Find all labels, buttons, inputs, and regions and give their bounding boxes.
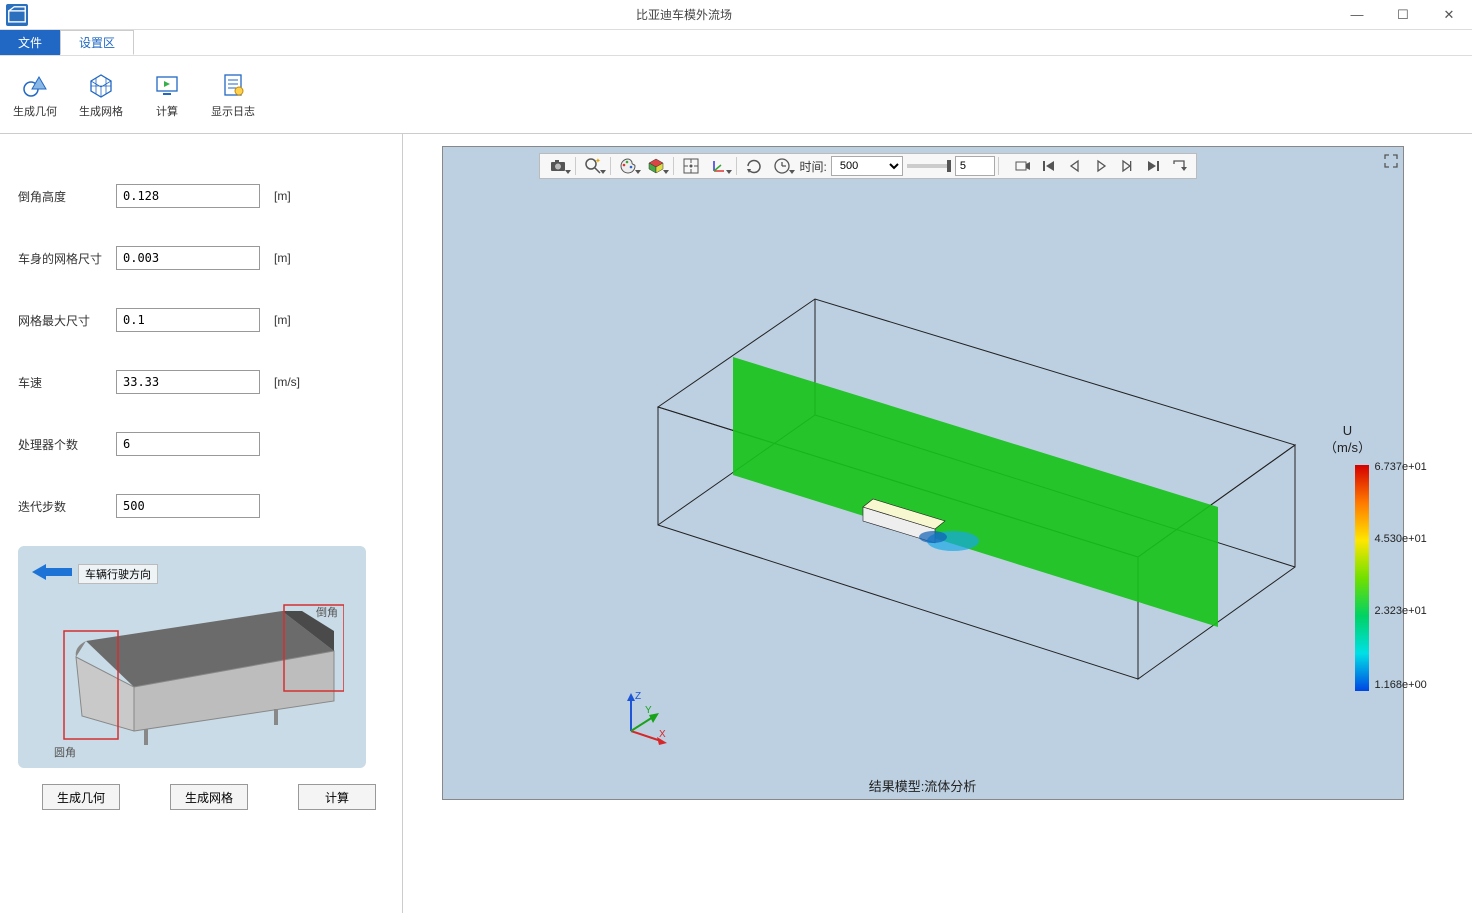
first-frame-icon[interactable]: [1036, 155, 1062, 177]
app-icon: [6, 4, 28, 26]
prev-frame-icon[interactable]: [1062, 155, 1088, 177]
row-max-mesh: 网格最大尺寸 [m]: [18, 308, 384, 332]
menu-tabs: 文件 设置区: [0, 30, 1472, 56]
record-icon[interactable]: [1010, 155, 1036, 177]
window-title: 比亚迪车模外流场: [34, 6, 1334, 23]
zoom-icon[interactable]: ✦: [579, 155, 607, 177]
scene-3d[interactable]: Z X Y: [443, 187, 1403, 775]
ribbon-gen-geom-label: 生成几何: [13, 103, 57, 119]
ribbon-show-log[interactable]: 显示日志: [206, 71, 260, 119]
fullscreen-icon[interactable]: [1383, 153, 1399, 169]
label-cores: 处理器个数: [18, 436, 116, 453]
stride-input[interactable]: [955, 156, 995, 176]
ribbon: 生成几何 生成网格 计算 显示日志: [0, 56, 1472, 134]
svg-text:Z: Z: [635, 691, 641, 702]
log-icon: [219, 71, 247, 99]
tab-settings[interactable]: 设置区: [60, 30, 134, 55]
unit-max-mesh: [m]: [274, 313, 291, 327]
title-bar: 比亚迪车模外流场 — ☐ ✕: [0, 0, 1472, 30]
colorbar-title: U （m/s）: [1303, 423, 1393, 457]
vehicle-diagram: 车辆行驶方向 倒角 圆角: [18, 546, 366, 768]
maximize-button[interactable]: ☐: [1380, 0, 1426, 30]
label-chamfer-height: 倒角高度: [18, 188, 116, 205]
time-select[interactable]: 500: [831, 156, 903, 176]
ribbon-compute[interactable]: 计算: [140, 71, 194, 119]
play-icon[interactable]: [1088, 155, 1114, 177]
tab-file[interactable]: 文件: [0, 30, 60, 55]
cbar-tick-0: 6.737e+01: [1375, 461, 1441, 473]
unit-body-mesh: [m]: [274, 251, 291, 265]
compute-icon: [153, 71, 181, 99]
input-cores[interactable]: [116, 432, 260, 456]
btn-gen-geom[interactable]: 生成几何: [42, 784, 120, 810]
ribbon-gen-mesh-label: 生成网格: [79, 103, 123, 119]
row-speed: 车速 [m/s]: [18, 370, 384, 394]
close-button[interactable]: ✕: [1426, 0, 1472, 30]
viewer[interactable]: ✦ 时间: 500: [442, 146, 1404, 800]
input-iters[interactable]: [116, 494, 260, 518]
label-speed: 车速: [18, 374, 116, 391]
input-speed[interactable]: [116, 370, 260, 394]
fillet-annotation: 圆角: [54, 744, 76, 760]
loop-icon[interactable]: [1166, 155, 1192, 177]
input-body-mesh[interactable]: [116, 246, 260, 270]
mesh-icon: [87, 71, 115, 99]
cbar-tick-1: 4.530e+01: [1375, 533, 1441, 545]
settings-panel: 倒角高度 [m] 车身的网格尺寸 [m] 网格最大尺寸 [m] 车速 [m/s]…: [0, 134, 403, 913]
axis-gizmo-icon: Z X Y: [613, 689, 673, 749]
label-max-mesh: 网格最大尺寸: [18, 312, 116, 329]
geometry-icon: [21, 71, 49, 99]
cube-icon[interactable]: [642, 155, 670, 177]
ribbon-gen-geom[interactable]: 生成几何: [8, 71, 62, 119]
label-iters: 迭代步数: [18, 498, 116, 515]
time-slider[interactable]: [907, 164, 951, 168]
rotate-icon[interactable]: [740, 155, 768, 177]
svg-text:Y: Y: [645, 705, 652, 716]
input-chamfer-height[interactable]: [116, 184, 260, 208]
input-max-mesh[interactable]: [116, 308, 260, 332]
clock-icon[interactable]: [768, 155, 796, 177]
result-area: ✦ 时间: 500: [403, 134, 1472, 913]
colorbar: 6.737e+01 4.530e+01 2.323e+01 1.168e+00: [1355, 465, 1369, 691]
fit-icon[interactable]: [677, 155, 705, 177]
btn-gen-mesh[interactable]: 生成网格: [170, 784, 248, 810]
ribbon-show-log-label: 显示日志: [211, 103, 255, 119]
next-frame-icon[interactable]: [1114, 155, 1140, 177]
viewer-caption: 结果模型:流体分析: [443, 776, 1403, 795]
row-chamfer-height: 倒角高度 [m]: [18, 184, 384, 208]
row-iters: 迭代步数: [18, 494, 384, 518]
cbar-tick-3: 1.168e+00: [1375, 679, 1441, 691]
row-cores: 处理器个数: [18, 432, 384, 456]
btn-compute[interactable]: 计算: [298, 784, 376, 810]
svg-text:✦: ✦: [595, 157, 601, 165]
viewer-toolbar: ✦ 时间: 500: [539, 153, 1197, 179]
palette-icon[interactable]: [614, 155, 642, 177]
last-frame-icon[interactable]: [1140, 155, 1166, 177]
action-buttons: 生成几何 生成网格 计算: [18, 784, 384, 810]
camera-icon[interactable]: [544, 155, 572, 177]
minimize-button[interactable]: —: [1334, 0, 1380, 30]
svg-text:X: X: [659, 729, 666, 740]
unit-speed: [m/s]: [274, 375, 300, 389]
axes-icon[interactable]: [705, 155, 733, 177]
time-label: 时间:: [800, 158, 827, 175]
ribbon-compute-label: 计算: [156, 103, 178, 119]
ribbon-gen-mesh[interactable]: 生成网格: [74, 71, 128, 119]
cbar-tick-2: 2.323e+01: [1375, 605, 1441, 617]
chamfer-annotation: 倒角: [316, 604, 338, 620]
label-body-mesh: 车身的网格尺寸: [18, 250, 116, 267]
car-body-icon: [44, 581, 344, 756]
arrow-left-icon: [32, 564, 72, 580]
unit-chamfer-height: [m]: [274, 189, 291, 203]
row-body-mesh: 车身的网格尺寸 [m]: [18, 246, 384, 270]
